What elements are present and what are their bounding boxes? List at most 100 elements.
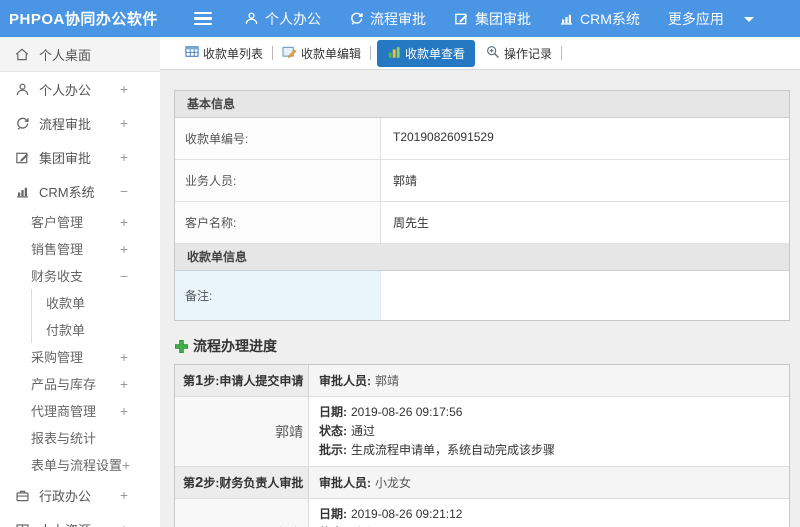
expand-toggle[interactable]: − [120, 268, 128, 284]
tab-label: 收款单编辑 [301, 46, 362, 61]
nav-item-more-apps[interactable]: 更多应用 [668, 9, 754, 29]
field-value [381, 271, 789, 320]
sidebar-item-finance[interactable]: 财务收支 − [0, 262, 160, 289]
info-row-remark: 备注: [175, 271, 789, 320]
tab-operation-log[interactable]: 操作记录 [479, 41, 559, 66]
expand-toggle[interactable]: + [120, 403, 128, 419]
tab-separator [561, 46, 563, 60]
nav-item-group-approval[interactable]: 集团审批 [454, 9, 531, 29]
user-icon [14, 81, 30, 97]
tab-separator [370, 46, 372, 60]
field-label: 备注: [175, 271, 381, 320]
step-person-name: 小龙女 [175, 499, 309, 527]
expand-toggle[interactable]: + [120, 149, 128, 165]
sidebar-item-sales-mgmt[interactable]: 销售管理 + [0, 235, 160, 262]
plus-icon [174, 339, 189, 354]
receipt-detail-panel: 基本信息 收款单编号: T20190826091529 业务人员: 郭靖 客户名… [174, 90, 790, 321]
expand-toggle[interactable]: + [120, 214, 128, 230]
nav-label: 个人办公 [265, 10, 321, 27]
sidebar-item-process-approval[interactable]: 流程审批 + [0, 106, 160, 140]
sidebar-item-group-approval[interactable]: 集团审批 + [0, 140, 160, 174]
step-approver: 审批人员: 郭靖 [309, 365, 789, 396]
tab-separator [272, 46, 274, 60]
sidebar-item-label: 个人桌面 [39, 47, 92, 63]
tab-receipt-view[interactable]: 收款单查看 [377, 39, 476, 67]
tab-receipt-list[interactable]: 收款单列表 [178, 41, 270, 66]
sidebar-item-label: 表单与流程设置 [31, 458, 123, 473]
sidebar-item-product-inventory[interactable]: 产品与库存 + [0, 370, 160, 397]
expand-toggle[interactable]: − [120, 183, 128, 199]
nav-item-personal-office[interactable]: 个人办公 [244, 9, 321, 29]
nav-label: CRM系统 [580, 10, 640, 27]
sidebar-item-label: 报表与统计 [31, 431, 97, 446]
expand-toggle[interactable]: + [122, 457, 130, 473]
approver-name: 郭靖 [375, 374, 400, 388]
sidebar-item-personal-desktop[interactable]: 个人桌面 [0, 37, 160, 72]
info-row-customer-name: 客户名称: 周先生 [175, 202, 789, 244]
sidebar-item-label: 人力资源 [39, 520, 91, 527]
detail-line-status: 状态: 通过 [319, 424, 376, 438]
sidebar-item-label: 产品与库存 [31, 377, 97, 392]
progress-title-text: 流程办理进度 [193, 338, 277, 354]
step-detail-1: 郭靖 日期: 2019-08-26 09:17:56 状态: 通过 批示: 生成流程申… [175, 397, 789, 467]
sidebar-item-human-resources[interactable]: 人力资源 + [0, 512, 160, 527]
field-label: 客户名称: [175, 202, 381, 243]
field-value: 周先生 [393, 216, 430, 230]
sidebar-item-label: 个人办公 [39, 82, 92, 98]
hamburger-menu-icon[interactable] [194, 11, 212, 26]
sidebar-item-purchase-mgmt[interactable]: 采购管理 + [0, 343, 160, 370]
tab-label: 操作记录 [504, 46, 553, 61]
nav-item-crm-system[interactable]: CRM系统 [559, 9, 640, 29]
tab-label: 收款单查看 [405, 46, 466, 61]
sidebar-item-label: 付款单 [46, 323, 86, 338]
sidebar-item-label: 流程审批 [39, 116, 92, 132]
nav-label: 集团审批 [475, 10, 531, 27]
sidebar-item-crm-system[interactable]: CRM系统 − [0, 174, 160, 208]
expand-toggle[interactable]: + [120, 487, 128, 503]
process-icon [349, 11, 364, 26]
sidebar-item-reports-stats[interactable]: 报表与统计 [0, 424, 160, 451]
sidebar-item-admin-office[interactable]: 行政办公 + [0, 478, 160, 512]
sidebar-item-form-process-settings[interactable]: 表单与流程设置 + [0, 451, 160, 478]
step-approver: 审批人员: 小龙女 [309, 467, 789, 498]
progress-section-title: 流程办理进度 [174, 336, 790, 356]
step-header-2: 第2步:财务负责人审批 审批人员: 小龙女 [175, 467, 789, 499]
expand-toggle[interactable]: + [120, 376, 128, 392]
step-detail-lines: 日期: 2019-08-26 09:17:56 状态: 通过 批示: 生成流程申请单，… [309, 397, 789, 466]
sidebar-item-agent-mgmt[interactable]: 代理商管理 + [0, 397, 160, 424]
expand-toggle[interactable]: + [120, 349, 128, 365]
step-detail-2: 小龙女 日期:2019-08-26 09:21:12 状态:结束 批示:通过 [175, 499, 789, 527]
sidebar-item-receipt-form[interactable]: 收款单 [32, 289, 160, 316]
top-navbar: PHPOA协同办公软件 个人办公 流程审批 集团审批 CRM系统 更多应用 [0, 0, 800, 37]
caret-down-icon [743, 17, 754, 22]
sidebar-item-label: 销售管理 [31, 242, 84, 257]
sidebar-item-customer-mgmt[interactable]: 客户管理 + [0, 208, 160, 235]
tab-label: 收款单列表 [203, 46, 264, 61]
nav-item-process-approval[interactable]: 流程审批 [349, 9, 426, 29]
view-chart-icon [387, 45, 401, 62]
nav-label: 流程审批 [370, 10, 426, 27]
finance-submenu: 收款单 付款单 [31, 289, 160, 343]
expand-toggle[interactable]: + [120, 115, 128, 131]
field-label: 收款单编号: [175, 118, 381, 159]
info-row-receipt-number: 收款单编号: T20190826091529 [175, 118, 789, 160]
book-icon [14, 521, 30, 527]
info-row-business-person: 业务人员: 郭靖 [175, 160, 789, 202]
main-area: 收款单列表 收款单编辑 收款单查看 操作记录 基本信息 收款单编号: T2019… [160, 37, 800, 527]
approver-name: 小龙女 [375, 476, 412, 490]
user-icon [244, 11, 259, 26]
zoom-plus-icon [486, 45, 500, 62]
expand-toggle[interactable]: + [120, 521, 128, 527]
approver-label: 审批人员: [319, 374, 371, 388]
content-area: 基本信息 收款单编号: T20190826091529 业务人员: 郭靖 客户名… [160, 70, 800, 527]
field-value: T20190826091529 [393, 130, 494, 144]
tab-receipt-edit[interactable]: 收款单编辑 [275, 41, 368, 66]
expand-toggle[interactable]: + [120, 81, 128, 97]
tab-bar: 收款单列表 收款单编辑 收款单查看 操作记录 [160, 37, 800, 70]
process-icon [14, 115, 30, 131]
expand-toggle[interactable]: + [120, 241, 128, 257]
field-label: 业务人员: [175, 160, 381, 201]
sidebar-item-payment-form[interactable]: 付款单 [32, 316, 160, 343]
table-icon [185, 45, 199, 61]
sidebar-item-personal-office[interactable]: 个人办公 + [0, 72, 160, 106]
